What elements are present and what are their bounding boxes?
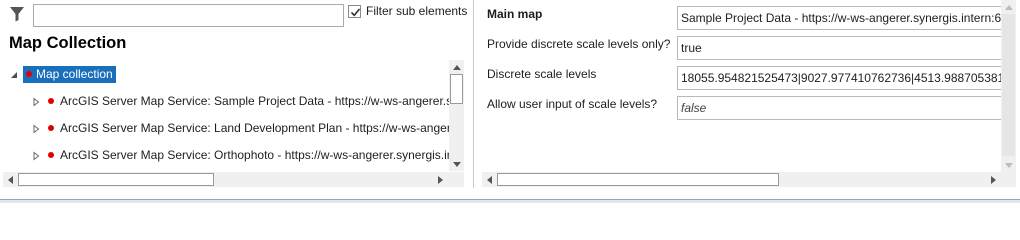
collapse-arrow-icon[interactable] <box>9 69 19 79</box>
tree-root-label[interactable]: Map collection <box>23 65 116 83</box>
map-node-dot-icon <box>48 152 54 158</box>
tree-item[interactable]: ArcGIS Server Map Service: Orthophoto - … <box>31 145 449 165</box>
user-input-field[interactable]: false <box>677 96 1007 120</box>
filter-sub-elements-checkbox[interactable] <box>348 5 361 18</box>
scroll-left-icon[interactable] <box>3 172 17 187</box>
scroll-up-icon[interactable] <box>1001 0 1016 14</box>
discrete-only-field[interactable]: true <box>677 36 1007 60</box>
property-grid: Main map Sample Project Data - https://w… <box>482 4 1007 123</box>
property-label: Discrete scale levels <box>487 67 597 81</box>
scrollbar-corner <box>1001 172 1016 187</box>
filter-input[interactable] <box>33 4 344 27</box>
scrollbar-thumb[interactable] <box>497 173 779 186</box>
property-row-main-map: Main map Sample Project Data - https://w… <box>482 4 1007 33</box>
tree-root-node[interactable]: Map collection <box>9 64 116 84</box>
tree-item-label: ArcGIS Server Map Service: Orthophoto - … <box>60 148 449 162</box>
property-label: Allow user input of scale levels? <box>487 97 658 111</box>
map-node-dot-icon <box>48 98 54 104</box>
tree-vertical-scrollbar[interactable] <box>449 60 464 171</box>
scale-levels-field[interactable]: 18055.954821525473|9027.977410762736|451… <box>677 66 1007 90</box>
scroll-left-icon[interactable] <box>482 172 496 187</box>
tree-item-label: ArcGIS Server Map Service: Land Developm… <box>60 121 449 135</box>
tree-item[interactable]: ArcGIS Server Map Service: Sample Projec… <box>31 91 449 111</box>
scrollbar-thumb[interactable] <box>450 74 463 104</box>
map-collection-tree: Map collection ArcGIS Server Map Service… <box>3 60 449 171</box>
property-row-discrete-only: Provide discrete scale levels only? true <box>482 34 1007 63</box>
tree-root-text: Map collection <box>36 66 113 81</box>
properties-pane: Main map Sample Project Data - https://w… <box>474 0 1020 188</box>
filter-sub-elements-label: Filter sub elements <box>366 4 468 18</box>
property-label: Main map <box>487 7 543 21</box>
main-map-field[interactable]: Sample Project Data - https://w-ws-anger… <box>677 6 1007 30</box>
scroll-down-icon[interactable] <box>449 157 464 171</box>
tree-horizontal-scrollbar[interactable] <box>3 172 449 187</box>
expand-arrow-icon[interactable] <box>31 150 41 161</box>
tree-item[interactable]: ArcGIS Server Map Service: Land Developm… <box>31 118 449 138</box>
scroll-right-icon[interactable] <box>986 172 1000 187</box>
properties-vertical-scrollbar[interactable] <box>1001 0 1016 172</box>
map-node-dot-icon <box>48 125 54 131</box>
property-row-user-input: Allow user input of scale levels? false <box>482 94 1007 123</box>
map-node-dot-icon <box>26 70 32 77</box>
map-collection-title: Map Collection <box>9 34 127 52</box>
map-collection-editor: Filter sub elements Map Collection Map c… <box>0 0 1020 203</box>
properties-horizontal-scrollbar[interactable] <box>482 172 1001 187</box>
expand-arrow-icon[interactable] <box>31 123 41 134</box>
tree-item-label: ArcGIS Server Map Service: Sample Projec… <box>60 94 449 108</box>
scrollbar-thumb[interactable] <box>18 173 214 186</box>
expand-arrow-icon[interactable] <box>31 96 41 107</box>
scroll-down-icon[interactable] <box>1001 158 1016 172</box>
scrollbar-corner <box>449 172 464 187</box>
property-label: Provide discrete scale levels only? <box>487 37 671 51</box>
map-collection-pane: Filter sub elements Map Collection Map c… <box>0 0 472 188</box>
filter-icon <box>9 6 25 22</box>
window-bottom-border <box>0 199 1020 203</box>
property-row-scale-levels: Discrete scale levels 18055.954821525473… <box>482 64 1007 93</box>
scrollbar-track <box>1002 14 1015 156</box>
scroll-up-icon[interactable] <box>449 60 464 74</box>
scroll-right-icon[interactable] <box>433 172 447 187</box>
